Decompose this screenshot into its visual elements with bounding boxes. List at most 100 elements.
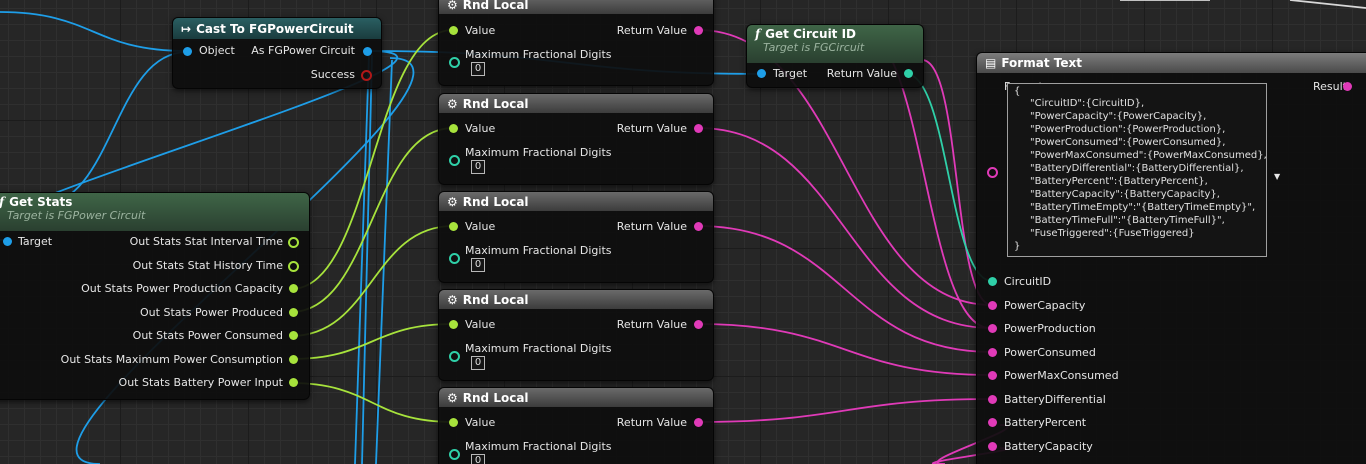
rnd-return-pin[interactable]: [694, 418, 703, 427]
format-in-label: PowerMaxConsumed: [1004, 369, 1119, 382]
macro-icon: ⚙: [447, 292, 458, 307]
rnd-digits-input[interactable]: 0: [471, 356, 485, 370]
format-in-pin[interactable]: [988, 442, 997, 451]
text-wire[interactable]: [697, 127, 993, 329]
macro-icon: ⚙: [447, 96, 458, 111]
format-in-label: BatteryPercent: [1004, 416, 1087, 429]
format-in-label: CircuitID: [1004, 275, 1052, 288]
get-circuit-id-target-pin[interactable]: [757, 69, 766, 78]
format-in-pin-circuitid[interactable]: [988, 277, 997, 286]
rnd-value-pin[interactable]: [449, 418, 458, 427]
text-wire[interactable]: [697, 398, 993, 423]
float-wire[interactable]: [290, 323, 454, 360]
format-input-pin[interactable]: [987, 167, 998, 178]
cast-node-header[interactable]: ↦ Cast To FGPowerCircuit: [173, 18, 381, 39]
format-line: "PowerConsumed":{PowerConsumed},: [1030, 137, 1226, 148]
rnd-local-header[interactable]: ⚙ Rnd Local: [439, 94, 713, 113]
text-wire[interactable]: [697, 225, 993, 353]
rnd-value-pin[interactable]: [449, 320, 458, 329]
get-circuit-id-target-label: Target: [773, 67, 808, 80]
rnd-local-header[interactable]: ⚙ Rnd Local: [439, 388, 713, 407]
cast-as-pin[interactable]: [363, 47, 372, 56]
get-circuit-id-node[interactable]: f Get Circuit ID Target is FGCircuit Targ…: [746, 24, 924, 88]
rnd-local-header[interactable]: ⚙ Rnd Local: [439, 192, 713, 211]
get-circuit-id-header[interactable]: f Get Circuit ID Target is FGCircuit: [747, 25, 923, 63]
blueprint-graph[interactable]: ↦ Cast To FGPowerCircuit Object As FGPow…: [0, 0, 1366, 464]
rnd-return-label: Return Value: [616, 318, 687, 331]
get-stats-out-pin-5[interactable]: [289, 355, 298, 364]
get-stats-out-1: Out Stats Stat History Time: [132, 259, 283, 272]
rnd-digits-input[interactable]: 0: [471, 62, 485, 76]
format-in-pin[interactable]: [988, 324, 997, 333]
format-in-pin[interactable]: [988, 395, 997, 404]
rnd-digits-input[interactable]: 0: [471, 160, 485, 174]
exec-wire[interactable]: [1289, 0, 1366, 9]
get-stats-out-pin-1[interactable]: [288, 261, 299, 272]
get-stats-out-pin-6[interactable]: [289, 378, 298, 387]
format-line: "PowerCapacity":{PowerCapacity},: [1030, 111, 1207, 122]
format-text-box[interactable]: { "CircuitID":{CircuitID}, "PowerCapacit…: [1007, 83, 1267, 257]
object-wire[interactable]: [0, 11, 187, 52]
get-stats-title: Get Stats: [9, 195, 73, 209]
dropdown-arrow-icon[interactable]: ▼: [1274, 172, 1280, 181]
format-in-label: PowerConsumed: [1004, 346, 1096, 359]
rnd-value-label: Value: [465, 220, 496, 233]
rnd-digits-pin[interactable]: [449, 57, 460, 68]
get-stats-out-pin-3[interactable]: [289, 308, 298, 317]
get-stats-node[interactable]: f Get Stats Target is FGPower Circuit Tar…: [0, 192, 310, 400]
get-stats-target-pin[interactable]: [3, 237, 12, 246]
rnd-local-node[interactable]: ⚙ Rnd Local Value Return Value Maximum Fr…: [438, 387, 714, 464]
cast-as-label: As FGPower Circuit: [251, 44, 355, 57]
rnd-return-label: Return Value: [616, 24, 687, 37]
rnd-digits-pin[interactable]: [449, 155, 460, 166]
cast-node[interactable]: ↦ Cast To FGPowerCircuit Object As FGPow…: [172, 17, 382, 89]
format-in-pin[interactable]: [988, 371, 997, 380]
cast-object-pin[interactable]: [183, 47, 192, 56]
format-line: "PowerProduction":{PowerProduction},: [1030, 124, 1226, 135]
rnd-value-pin[interactable]: [449, 26, 458, 35]
rnd-local-node[interactable]: ⚙ Rnd Local Value Return Value Maximum Fr…: [438, 0, 714, 86]
rnd-value-pin[interactable]: [449, 124, 458, 133]
get-stats-subtitle: Target is FGPower Circuit: [7, 209, 146, 222]
rnd-digits-label: Maximum Fractional Digits: [465, 440, 612, 453]
rnd-local-node[interactable]: ⚙ Rnd Local Value Return Value Maximum Fr…: [438, 191, 714, 283]
text-wire[interactable]: [697, 323, 993, 376]
format-text-header[interactable]: ▤ Format Text: [977, 53, 1366, 73]
rnd-return-label: Return Value: [616, 122, 687, 135]
rnd-local-node[interactable]: ⚙ Rnd Local Value Return Value Maximum Fr…: [438, 289, 714, 381]
result-pin[interactable]: [1343, 82, 1352, 91]
rnd-return-pin[interactable]: [694, 26, 703, 35]
format-in-label: BatteryCapacity: [1004, 440, 1093, 453]
get-circuit-id-return-pin[interactable]: [904, 69, 913, 78]
rnd-digits-pin[interactable]: [449, 449, 460, 460]
rnd-return-pin[interactable]: [694, 124, 703, 133]
object-wire[interactable]: [39, 51, 188, 206]
rnd-local-node[interactable]: ⚙ Rnd Local Value Return Value Maximum Fr…: [438, 93, 714, 185]
rnd-value-pin[interactable]: [449, 222, 458, 231]
get-stats-header[interactable]: f Get Stats Target is FGPower Circuit: [0, 193, 309, 231]
get-stats-out-pin-4[interactable]: [289, 331, 298, 340]
float-wire[interactable]: [290, 382, 454, 423]
rnd-digits-pin[interactable]: [449, 253, 460, 264]
rnd-digits-label: Maximum Fractional Digits: [465, 146, 612, 159]
rnd-return-pin[interactable]: [694, 222, 703, 231]
format-in-pin[interactable]: [988, 301, 997, 310]
format-in-pin[interactable]: [988, 418, 997, 427]
get-stats-out-pin-0[interactable]: [288, 237, 299, 248]
rnd-digits-input[interactable]: 0: [471, 454, 485, 464]
rnd-return-pin[interactable]: [694, 320, 703, 329]
rnd-digits-pin[interactable]: [449, 351, 460, 362]
rnd-return-label: Return Value: [616, 220, 687, 233]
get-stats-out-pin-2[interactable]: [289, 284, 298, 293]
cast-success-pin[interactable]: [361, 70, 372, 81]
format-in-pin[interactable]: [988, 348, 997, 357]
rnd-digits-input[interactable]: 0: [471, 258, 485, 272]
cast-arrow-icon: ↦: [181, 21, 192, 36]
format-line: "PowerMaxConsumed":{PowerMaxConsumed},: [1030, 150, 1267, 161]
function-icon: f: [755, 27, 761, 41]
rnd-local-header[interactable]: ⚙ Rnd Local: [439, 0, 713, 14]
rnd-local-title: Rnd Local: [462, 194, 529, 209]
rnd-local-header[interactable]: ⚙ Rnd Local: [439, 290, 713, 309]
format-text-node[interactable]: ▤Format Text Format Result { "CircuitID"…: [976, 52, 1366, 464]
float-wire[interactable]: [290, 127, 454, 313]
